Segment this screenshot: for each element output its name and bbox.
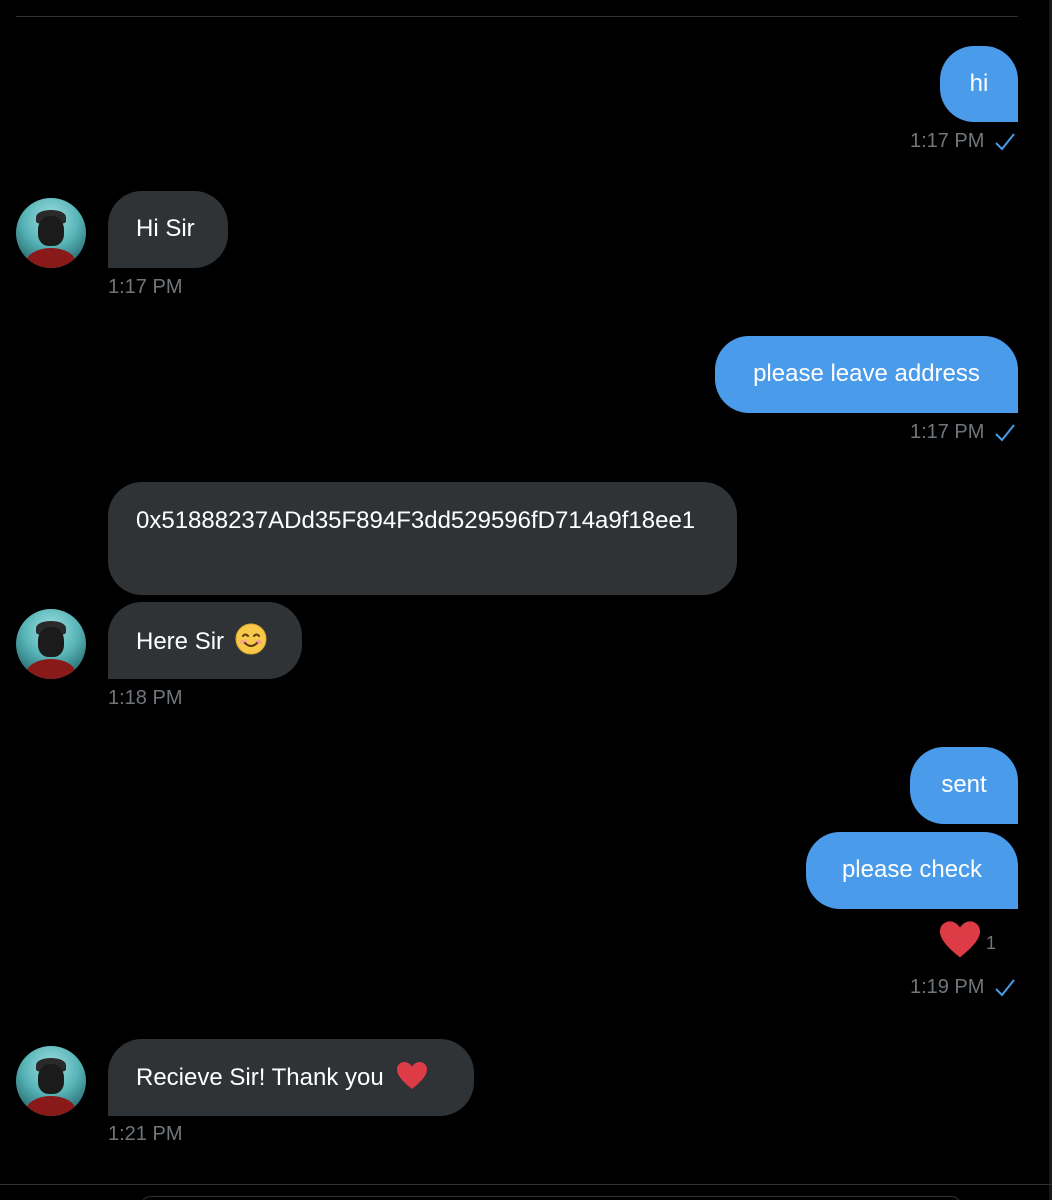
- heart-icon: [397, 1062, 428, 1089]
- reaction-count: 1: [986, 932, 997, 953]
- check-icon: [995, 979, 1015, 997]
- message-reaction[interactable]: 1: [938, 920, 996, 960]
- message-text: please check: [841, 856, 983, 883]
- top-divider: [16, 16, 1018, 17]
- message-text: Hi Sir: [136, 215, 195, 242]
- heart-icon: [940, 921, 980, 958]
- check-icon: [995, 133, 1015, 151]
- message-timestamp: 1:18 PM: [108, 687, 183, 709]
- message-text: please leave address: [753, 360, 980, 387]
- incoming-message-bubble[interactable]: Here Sir: [108, 602, 302, 679]
- contact-avatar[interactable]: [16, 198, 86, 268]
- outgoing-message-bubble[interactable]: please check: [806, 832, 1018, 909]
- dm-conversation: hi 1:17 PM Hi Sir 1:17 PM please leave a…: [0, 0, 1052, 1200]
- contact-avatar[interactable]: [16, 1046, 86, 1116]
- outgoing-message-bubble[interactable]: sent: [910, 747, 1018, 824]
- message-text: Here Sir: [136, 628, 225, 655]
- outgoing-message-bubble[interactable]: hi: [940, 46, 1018, 122]
- outgoing-message-bubble[interactable]: please leave address: [715, 336, 1018, 413]
- incoming-message-bubble[interactable]: Hi Sir: [108, 191, 228, 268]
- composer-divider: [0, 1184, 1052, 1185]
- message-timestamp: 1:17 PM: [910, 420, 1016, 444]
- message-timestamp: 1:19 PM: [910, 975, 1016, 999]
- check-icon: [995, 424, 1015, 442]
- incoming-message-bubble[interactable]: Recieve Sir! Thank you: [108, 1039, 474, 1116]
- incoming-message-bubble[interactable]: 0x51888237ADd35F894F3dd529596fD714a9f18e…: [108, 482, 737, 595]
- contact-avatar[interactable]: [16, 609, 86, 679]
- message-composer[interactable]: [140, 1196, 962, 1200]
- smile-emoji-icon: [235, 623, 267, 655]
- message-text: Recieve Sir! Thank you: [136, 1064, 384, 1091]
- message-text: hi: [969, 70, 989, 97]
- message-timestamp: 1:21 PM: [108, 1123, 183, 1145]
- message-timestamp: 1:17 PM: [910, 129, 1016, 153]
- message-text: 0x51888237ADd35F894F3dd529596fD714a9f18e…: [136, 507, 696, 534]
- message-timestamp: 1:17 PM: [108, 276, 183, 298]
- message-text: sent: [941, 771, 987, 798]
